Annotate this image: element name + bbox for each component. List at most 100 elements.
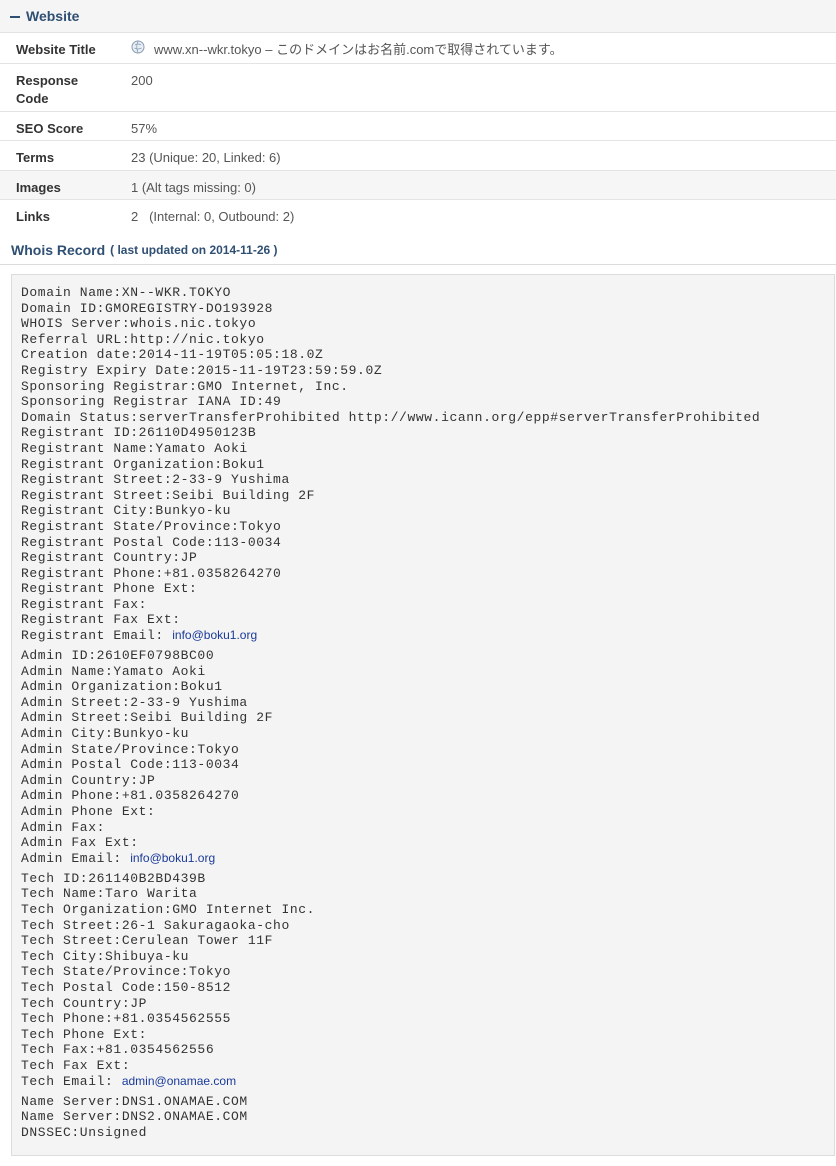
whois-line-text: Registrant Street:Seibi Building 2F bbox=[21, 487, 316, 503]
whois-line: Tech Phone Ext: bbox=[21, 1027, 834, 1043]
whois-line: Registry Expiry Date:2015-11-19T23:59:59… bbox=[21, 363, 834, 379]
whois-header: Whois Record ( last updated on 2014-11-2… bbox=[0, 235, 836, 265]
whois-line: Admin Email: info@boku1.org bbox=[21, 851, 834, 871]
whois-line-text: Admin Name:Yamato Aoki bbox=[21, 663, 206, 679]
whois-line-text: Registrant Phone Ext: bbox=[21, 581, 198, 597]
whois-line-text: Admin ID:2610EF0798BC00 bbox=[21, 648, 215, 664]
whois-line: Tech ID:261140B2BD439B bbox=[21, 871, 834, 887]
whois-line: Registrant Country:JP bbox=[21, 550, 834, 566]
whois-line-text: Domain Status:serverTransferProhibited h… bbox=[21, 409, 761, 425]
whois-line: Registrant Postal Code:113-0034 bbox=[21, 535, 834, 551]
website-title-value: www.xn--wkr.tokyo – このドメインはお名前.comで取得されて… bbox=[131, 33, 836, 64]
whois-line-text: Admin Street:Seibi Building 2F bbox=[21, 710, 274, 726]
whois-line-text: Registrant Fax Ext: bbox=[21, 612, 181, 628]
whois-line: Admin Organization:Boku1 bbox=[21, 679, 834, 695]
whois-line-text: Admin Fax Ext: bbox=[21, 835, 139, 851]
whois-line: Admin Postal Code:113-0034 bbox=[21, 757, 834, 773]
whois-line: Admin City:Bunkyo-ku bbox=[21, 726, 834, 742]
whois-line-text: Registrant State/Province:Tokyo bbox=[21, 518, 282, 534]
whois-line-text: Registrant Email: bbox=[21, 628, 173, 644]
whois-line: Registrant Organization:Boku1 bbox=[21, 457, 834, 473]
whois-line: Tech State/Province:Tokyo bbox=[21, 964, 834, 980]
whois-line: Tech City:Shibuya-ku bbox=[21, 949, 834, 965]
whois-line: Admin Fax Ext: bbox=[21, 835, 834, 851]
whois-line: Admin ID:2610EF0798BC00 bbox=[21, 648, 834, 664]
whois-line: Registrant ID:26110D4950123B bbox=[21, 425, 834, 441]
table-row: Links 2 (Internal: 0, Outbound: 2) bbox=[0, 199, 836, 229]
whois-line-text: Admin City:Bunkyo-ku bbox=[21, 726, 190, 742]
whois-title: Whois Record bbox=[11, 241, 106, 258]
whois-line-text: Creation date:2014-11-19T05:05:18.0Z bbox=[21, 347, 324, 363]
whois-line-text: Tech State/Province:Tokyo bbox=[21, 964, 232, 980]
whois-line: Admin State/Province:Tokyo bbox=[21, 742, 834, 758]
whois-line: Domain Status:serverTransferProhibited h… bbox=[21, 410, 834, 426]
website-info-table: Website Title www.xn--wkr.tokyo – このドメイン… bbox=[0, 33, 836, 229]
whois-line-text: Tech Country:JP bbox=[21, 995, 148, 1011]
whois-line: Domain Name:XN--WKR.TOKYO bbox=[21, 285, 834, 301]
whois-line-text: Admin Fax: bbox=[21, 819, 106, 835]
whois-line: Registrant Phone Ext: bbox=[21, 581, 834, 597]
whois-line: Registrant Email: info@boku1.org bbox=[21, 628, 834, 648]
whois-line-text: Tech Email: bbox=[21, 1073, 122, 1089]
row-value: 200 bbox=[131, 63, 836, 112]
whois-line-text: Tech Postal Code:150-8512 bbox=[21, 979, 232, 995]
whois-line-text: Tech City:Shibuya-ku bbox=[21, 948, 190, 964]
whois-line-text: Tech Phone:+81.0354562555 bbox=[21, 1011, 232, 1027]
row-label: Images bbox=[0, 170, 131, 200]
whois-line-text: Tech Organization:GMO Internet Inc. bbox=[21, 901, 316, 917]
globe-icon bbox=[131, 40, 145, 59]
whois-line: Admin Street:2-33-9 Yushima bbox=[21, 695, 834, 711]
row-value: 2 (Internal: 0, Outbound: 2) bbox=[131, 208, 295, 224]
whois-line: Tech Phone:+81.0354562555 bbox=[21, 1011, 834, 1027]
whois-line-text: Tech Street:26-1 Sakuragaoka-cho bbox=[21, 917, 290, 933]
row-label: Website Title bbox=[0, 33, 131, 64]
whois-line-text: Sponsoring Registrar:GMO Internet, Inc. bbox=[21, 378, 349, 394]
whois-line: Registrant Phone:+81.0358264270 bbox=[21, 566, 834, 582]
whois-line-text: DNSSEC:Unsigned bbox=[21, 1124, 148, 1140]
whois-line-text: Registry Expiry Date:2015-11-19T23:59:59… bbox=[21, 362, 383, 378]
whois-line: Sponsoring Registrar:GMO Internet, Inc. bbox=[21, 379, 834, 395]
whois-line-text: Registrant Postal Code:113-0034 bbox=[21, 534, 282, 550]
row-label: Links bbox=[16, 208, 50, 224]
admin-email-link[interactable]: info@boku1.org bbox=[130, 851, 215, 865]
website-section-header[interactable]: Website bbox=[0, 0, 836, 33]
whois-line-text: WHOIS Server:whois.nic.tokyo bbox=[21, 316, 257, 332]
whois-line: Registrant Name:Yamato Aoki bbox=[21, 441, 834, 457]
whois-line: Tech Street:Cerulean Tower 11F bbox=[21, 933, 834, 949]
row-label: SEO Score bbox=[0, 111, 131, 141]
whois-line: DNSSEC:Unsigned bbox=[21, 1125, 834, 1141]
row-value: 23 (Unique: 20, Linked: 6) bbox=[131, 140, 836, 171]
whois-line: Registrant Fax Ext: bbox=[21, 612, 834, 628]
whois-line: Registrant State/Province:Tokyo bbox=[21, 519, 834, 535]
whois-line: Tech Fax:+81.0354562556 bbox=[21, 1042, 834, 1058]
whois-line-text: Sponsoring Registrar IANA ID:49 bbox=[21, 394, 282, 410]
whois-last-updated: ( last updated on 2014-11-26 ) bbox=[110, 242, 278, 257]
table-row: SEO Score 57% bbox=[0, 111, 836, 141]
whois-line-text: Referral URL:http://nic.tokyo bbox=[21, 331, 265, 347]
registrant-email-link[interactable]: info@boku1.org bbox=[172, 628, 257, 642]
whois-line-text: Admin Email: bbox=[21, 850, 131, 866]
whois-line: Tech Country:JP bbox=[21, 996, 834, 1012]
whois-line-text: Tech Street:Cerulean Tower 11F bbox=[21, 933, 274, 949]
whois-line-text: Tech Phone Ext: bbox=[21, 1026, 148, 1042]
tech-email-link[interactable]: admin@onamae.com bbox=[122, 1074, 236, 1088]
whois-line: Name Server:DNS2.ONAMAE.COM bbox=[21, 1109, 834, 1125]
row-label: Response Code bbox=[0, 63, 131, 112]
whois-line-text: Admin Phone:+81.0358264270 bbox=[21, 788, 240, 804]
website-section-title: Website bbox=[26, 8, 80, 24]
whois-line-text: Registrant Phone:+81.0358264270 bbox=[21, 565, 282, 581]
whois-line: WHOIS Server:whois.nic.tokyo bbox=[21, 316, 834, 332]
whois-line: Admin Phone:+81.0358264270 bbox=[21, 788, 834, 804]
minus-icon[interactable] bbox=[10, 15, 20, 18]
whois-line-text: Tech Name:Taro Warita bbox=[21, 886, 198, 902]
whois-line: Referral URL:http://nic.tokyo bbox=[21, 332, 834, 348]
row-value: www.xn--wkr.tokyo – このドメインはお名前.comで取得されて… bbox=[154, 42, 563, 57]
whois-line: Tech Organization:GMO Internet Inc. bbox=[21, 902, 834, 918]
whois-line-text: Domain ID:GMOREGISTRY-DO193928 bbox=[21, 300, 274, 316]
table-row: Terms 23 (Unique: 20, Linked: 6) bbox=[0, 140, 836, 171]
whois-line: Tech Fax Ext: bbox=[21, 1058, 834, 1074]
whois-line: Admin Fax: bbox=[21, 820, 834, 836]
whois-line-text: Tech Fax Ext: bbox=[21, 1057, 131, 1073]
row-label: Terms bbox=[0, 140, 131, 171]
whois-line-text: Admin Street:2-33-9 Yushima bbox=[21, 694, 248, 710]
